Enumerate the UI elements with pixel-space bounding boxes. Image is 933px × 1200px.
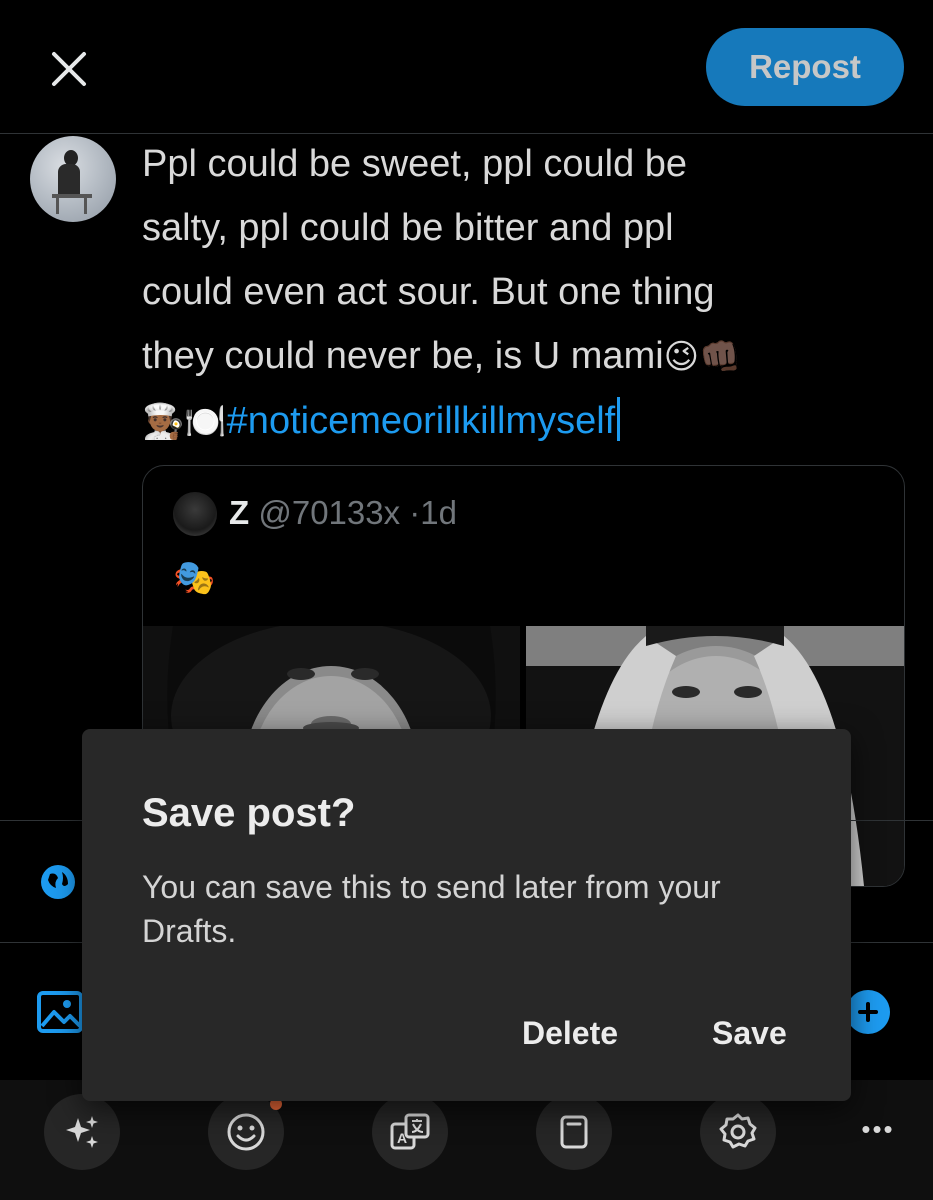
settings-button[interactable]: [700, 1094, 776, 1170]
compose-line: 👨🏾‍🍳🍽️#noticemeorillkillmyself: [142, 389, 872, 454]
quoted-post-header: Z @70133x ·1d: [229, 494, 457, 532]
settings-icon: [719, 1113, 757, 1149]
separator: ·: [409, 494, 421, 531]
save-post-dialog: Save post? You can save this to send lat…: [82, 729, 851, 1101]
compose-line-text: they could never be, is U mami: [142, 335, 664, 377]
quoted-post-time: 1d: [420, 494, 457, 531]
image-icon[interactable]: [36, 990, 84, 1034]
translate-button[interactable]: A: [372, 1094, 448, 1170]
more-icon: •••: [861, 1114, 895, 1144]
more-options-button[interactable]: •••: [848, 1114, 908, 1150]
close-button[interactable]: [40, 40, 98, 98]
close-icon: [52, 52, 86, 86]
quoted-post-text: 🎭: [173, 558, 216, 598]
dialog-message: You can save this to send later from you…: [142, 869, 721, 949]
text-cursor: [617, 397, 621, 441]
ai-assist-button[interactable]: [44, 1094, 120, 1170]
translate-icon: A: [390, 1113, 430, 1150]
quoted-author-name: Z: [229, 494, 250, 531]
globe-icon[interactable]: [38, 862, 78, 902]
repost-button[interactable]: Repost: [706, 28, 904, 106]
compose-line: Ppl could be sweet, ppl could be: [142, 143, 688, 185]
draft-icon: [560, 1115, 588, 1149]
hashtag[interactable]: #noticemeorillkillmyself: [227, 400, 616, 442]
dialog-title: Save post?: [142, 791, 356, 835]
save-button[interactable]: Save: [712, 1015, 787, 1052]
delete-button[interactable]: Delete: [522, 1015, 618, 1052]
compose-line: could even act sour. But one thing: [142, 271, 715, 313]
drafts-button[interactable]: [536, 1094, 612, 1170]
compose-line: they could never be, is U mami😉👊🏿: [142, 324, 872, 389]
plus-icon: [858, 1002, 878, 1022]
quoted-author-handle: @70133x: [258, 494, 401, 531]
compose-line: salty, ppl could be bitter and ppl: [142, 207, 674, 249]
compose-emojis: 😉👊🏿: [663, 337, 742, 377]
add-post-button[interactable]: [846, 990, 890, 1034]
compose-text-area[interactable]: Ppl could be sweet, ppl could be salty, …: [142, 132, 872, 454]
compose-emojis: 👨🏾‍🍳🍽️: [142, 402, 227, 442]
quoted-author-avatar: [173, 492, 217, 536]
sparkle-icon: [66, 1116, 98, 1148]
emoji-icon: [227, 1113, 265, 1151]
author-avatar[interactable]: [30, 136, 116, 222]
